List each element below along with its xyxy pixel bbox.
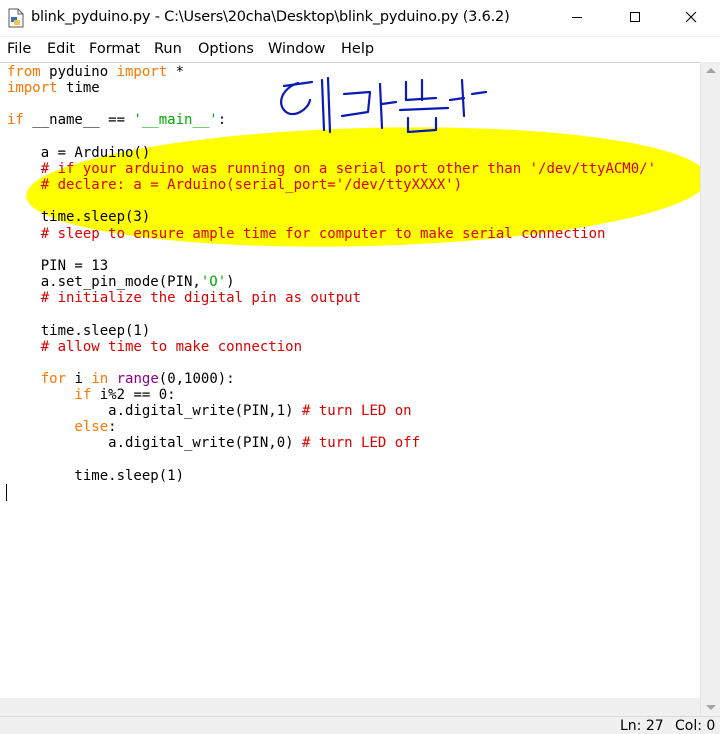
code-line-22: a.digital_write(PIN,1) # turn LED on <box>7 403 412 419</box>
code-line-18: # allow time to make connection <box>7 339 303 355</box>
status-line: Ln: 27 <box>620 718 664 734</box>
maximize-button[interactable] <box>606 0 664 34</box>
title-bar: blink_pyduino.py - C:\Users\20cha\Deskto… <box>0 0 720 36</box>
menu-bar: File Edit Format Run Options Window Help <box>0 36 720 63</box>
code-line-13: PIN = 13 <box>7 258 109 274</box>
scroll-up-arrow-icon[interactable] <box>706 68 716 73</box>
window-title: blink_pyduino.py - C:\Users\20cha\Deskto… <box>31 9 510 25</box>
status-bar: Ln: 27 Col: 0 <box>0 716 720 734</box>
code-line-20: for i in range(0,1000): <box>7 371 235 387</box>
code-line-26: time.sleep(1) <box>7 468 185 484</box>
menu-window[interactable]: Window <box>268 41 325 57</box>
minimize-icon <box>572 17 582 18</box>
menu-help[interactable]: Help <box>341 41 374 57</box>
menu-edit[interactable]: Edit <box>47 41 75 57</box>
code-line-15: # initialize the digital pin as output <box>7 290 362 306</box>
code-line-14: a.set_pin_mode(PIN,'O') <box>7 274 235 290</box>
code-line-21: if i%2 == 0: <box>7 387 176 403</box>
menu-options[interactable]: Options <box>198 41 254 57</box>
code-line-23: else: <box>7 419 117 435</box>
status-column: Col: 0 <box>675 718 716 734</box>
code-line-11: # sleep to ensure ample time for compute… <box>7 226 606 242</box>
code-line-17: time.sleep(1) <box>7 323 151 339</box>
menu-run[interactable]: Run <box>154 41 182 57</box>
code-line-10: time.sleep(3) <box>7 209 151 225</box>
vertical-scrollbar[interactable] <box>700 62 720 716</box>
minimize-button[interactable] <box>548 0 606 34</box>
maximize-icon <box>630 12 640 22</box>
menu-file[interactable]: File <box>7 41 31 57</box>
code-line-2: import time <box>7 80 100 96</box>
code-line-7: # if your arduino was running on a seria… <box>7 161 657 177</box>
menu-format[interactable]: Format <box>89 41 140 57</box>
python-file-icon <box>8 8 24 28</box>
text-cursor <box>6 484 7 501</box>
handwritten-annotation-icon <box>280 76 488 134</box>
code-line-4: if __name__ == '__main__': <box>7 112 227 128</box>
code-line-1: from pyduino import * <box>7 64 185 80</box>
code-line-8: # declare: a = Arduino(serial_port='/dev… <box>7 177 463 193</box>
close-icon <box>685 11 697 23</box>
horizontal-scrollbar[interactable] <box>0 698 700 716</box>
scroll-down-arrow-icon[interactable] <box>706 705 716 710</box>
close-button[interactable] <box>662 0 720 34</box>
code-line-24: a.digital_write(PIN,0) # turn LED off <box>7 435 421 451</box>
code-line-6: a = Arduino() <box>7 145 151 161</box>
